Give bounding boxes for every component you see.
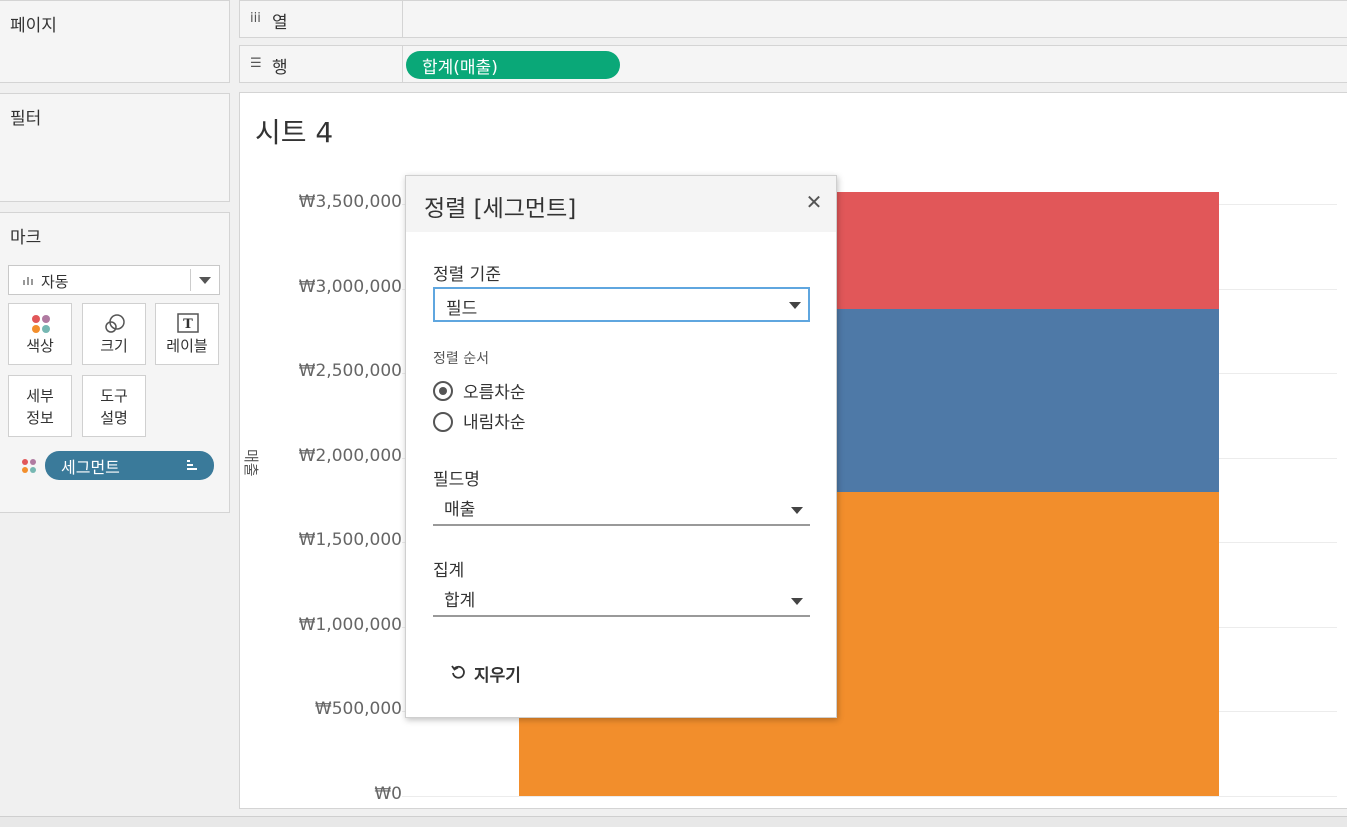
shelf-divider (402, 1, 403, 37)
rows-icon: ☰ (250, 56, 262, 71)
size-label: 크기 (100, 337, 128, 355)
sum-sales-pill[interactable]: 합계(매출) (406, 51, 620, 79)
text-label-icon: T (177, 313, 199, 333)
field-name-dropdown[interactable]: 매출 (433, 492, 810, 526)
mark-type-value: 자동 (41, 273, 69, 291)
detail-label: 세부 정보 (26, 387, 54, 427)
grid-line (402, 796, 1337, 797)
y-tick-label: ₩3,500,000 (298, 192, 402, 212)
pages-panel: 페이지 (0, 0, 230, 83)
y-axis-label: 매출 (242, 449, 260, 477)
chevron-down-icon (791, 507, 803, 514)
columns-shelf[interactable]: iii 열 (239, 0, 1347, 38)
chevron-down-icon (791, 598, 803, 605)
aggregation-value: 합계 (444, 591, 476, 611)
color-dots-icon (22, 459, 36, 473)
reset-icon (451, 665, 465, 679)
dropdown-separator (190, 269, 191, 291)
label-button[interactable]: T 레이블 (155, 303, 219, 365)
sheet-title: 시트 4 (255, 116, 334, 149)
dialog-title: 정렬 [세그먼트] (424, 196, 577, 222)
field-name-value: 매출 (444, 500, 476, 520)
field-name-label: 필드명 (433, 470, 480, 490)
chevron-down-icon (199, 277, 211, 284)
y-tick-label: ₩1,000,000 (298, 615, 402, 635)
marks-panel: 마크 자동 색상 크기 T 레이블 세부 정보 도구 설명 세그먼트 (0, 212, 230, 513)
color-icon (32, 315, 50, 333)
marks-title: 마크 (10, 228, 42, 248)
columns-icon: iii (250, 11, 261, 26)
descending-radio[interactable] (433, 412, 453, 432)
y-tick-label: ₩0 (374, 784, 402, 804)
sort-order-label: 정렬 순서 (433, 351, 489, 367)
color-button[interactable]: 색상 (8, 303, 72, 365)
filters-panel[interactable]: 필터 (0, 93, 230, 202)
chevron-down-icon (789, 302, 801, 309)
sort-by-label: 정렬 기준 (433, 265, 501, 285)
y-tick-label: ₩500,000 (314, 699, 402, 719)
ascending-label[interactable]: 오름차순 (463, 378, 526, 403)
dialog-header: 정렬 [세그먼트] ✕ (406, 176, 836, 232)
y-tick-label: ₩1,500,000 (298, 530, 402, 550)
descending-label[interactable]: 내림차순 (463, 408, 526, 433)
columns-label: 열 (272, 13, 288, 33)
segment-pill[interactable]: 세그먼트 (45, 451, 214, 480)
shelf-divider (402, 46, 403, 82)
label-label: 레이블 (166, 337, 208, 355)
detail-button[interactable]: 세부 정보 (8, 375, 72, 437)
y-tick-label: ₩2,500,000 (298, 361, 402, 381)
svg-text:T: T (183, 317, 193, 332)
y-tick-label: ₩3,000,000 (298, 277, 402, 297)
clear-button[interactable]: 지우기 (448, 660, 538, 688)
size-icon (105, 314, 125, 333)
clear-label: 지우기 (474, 666, 521, 686)
rows-shelf[interactable]: ☰ 행 합계(매출) (239, 45, 1347, 83)
mark-type-dropdown[interactable]: 자동 (8, 265, 220, 295)
aggregation-dropdown[interactable]: 합계 (433, 583, 810, 617)
aggregation-label: 집계 (433, 561, 465, 581)
sort-by-dropdown[interactable]: 필드 (433, 287, 810, 322)
tooltip-label: 도구 설명 (100, 387, 128, 427)
color-label: 색상 (26, 337, 54, 355)
ascending-radio[interactable] (433, 381, 453, 401)
filters-title: 필터 (10, 109, 42, 129)
sort-icon (187, 460, 197, 470)
tooltip-button[interactable]: 도구 설명 (82, 375, 146, 437)
sum-sales-pill-label: 합계(매출) (422, 58, 498, 78)
bottom-tab-bar (0, 816, 1347, 827)
y-tick-label: ₩2,000,000 (298, 446, 402, 466)
bar-chart-icon (23, 277, 33, 285)
close-icon[interactable]: ✕ (804, 192, 824, 212)
size-button[interactable]: 크기 (82, 303, 146, 365)
rows-label: 행 (272, 58, 288, 78)
sort-by-value: 필드 (446, 299, 478, 319)
segment-pill-label: 세그먼트 (61, 458, 120, 477)
pages-title: 페이지 (10, 16, 57, 36)
sort-dialog: 정렬 [세그먼트] ✕ 정렬 기준 필드 정렬 순서 오름차순 내림차순 필드명… (405, 175, 837, 718)
